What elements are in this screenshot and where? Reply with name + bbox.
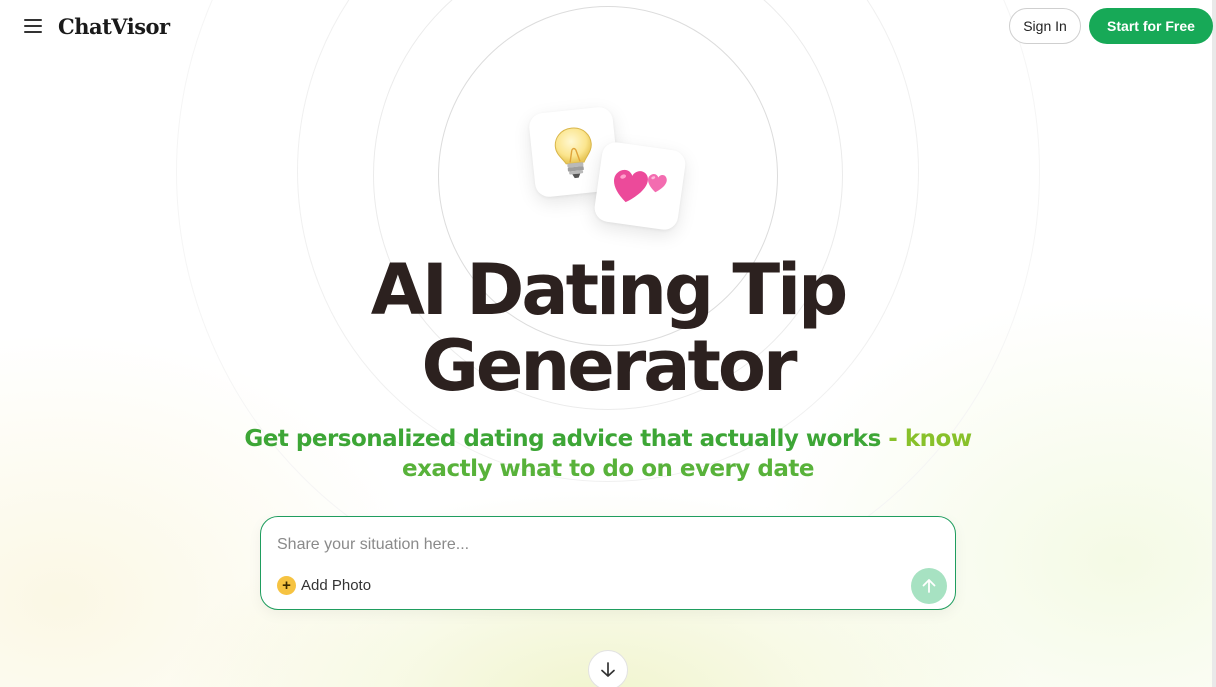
situation-input[interactable] xyxy=(277,533,897,557)
situation-composer: + Add Photo xyxy=(260,516,956,610)
arrow-down-icon xyxy=(601,662,615,677)
title-line: Generator xyxy=(421,325,797,407)
title-line: AI Dating Tip xyxy=(370,249,849,331)
page-subtitle: Get personalized dating advice that actu… xyxy=(0,424,1216,484)
plus-icon: + xyxy=(277,575,296,595)
subtitle-text: - know xyxy=(880,426,972,452)
page-title: AI Dating Tip Generator xyxy=(0,252,1216,404)
start-for-free-button[interactable]: Start for Free xyxy=(1089,8,1213,44)
add-photo-label: Add Photo xyxy=(301,576,372,594)
subtitle-text: Get personalized dating advice that actu… xyxy=(244,426,881,452)
logo[interactable]: ChatVisor xyxy=(58,14,170,39)
subtitle-line: Get personalized dating advice that actu… xyxy=(0,424,1216,454)
add-photo-button[interactable]: + Add Photo xyxy=(277,574,371,596)
subtitle-line: exactly what to do on every date xyxy=(402,456,814,482)
hamburger-menu-icon[interactable] xyxy=(24,19,42,33)
sign-in-button[interactable]: Sign In xyxy=(1009,8,1081,44)
hearts-card xyxy=(592,140,688,232)
top-nav: ChatVisor Sign In Start for Free xyxy=(0,0,1216,52)
arrow-up-icon xyxy=(922,579,936,593)
scroll-down-button[interactable] xyxy=(588,650,628,687)
send-button[interactable] xyxy=(911,568,947,604)
two-hearts-icon xyxy=(614,169,667,203)
